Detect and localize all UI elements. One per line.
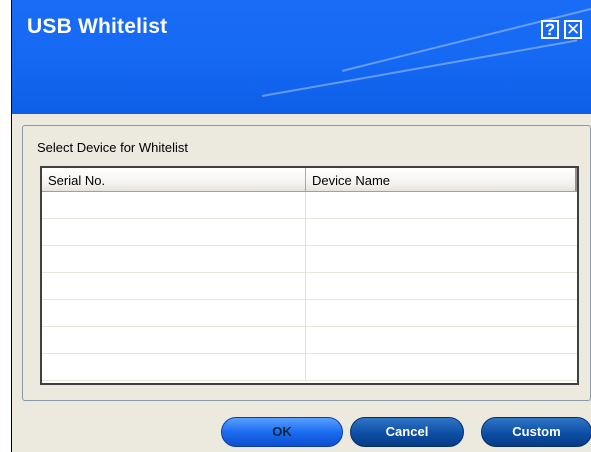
table-row[interactable] xyxy=(42,273,577,300)
close-icon: ✕ xyxy=(566,20,581,39)
device-list[interactable]: Serial No. Device Name xyxy=(40,166,579,385)
serial-no-cell xyxy=(42,300,306,326)
custom-button[interactable]: Custom xyxy=(481,417,591,447)
table-row[interactable] xyxy=(42,246,577,273)
serial-no-cell xyxy=(42,246,306,272)
question-mark-icon: ? xyxy=(544,20,556,39)
serial-no-cell xyxy=(42,273,306,299)
serial-no-cell xyxy=(42,219,306,245)
ok-button-label: OK xyxy=(272,424,292,439)
column-header-serial-no[interactable]: Serial No. xyxy=(42,168,306,191)
device-name-cell xyxy=(306,192,577,218)
serial-no-cell xyxy=(42,354,306,380)
serial-no-cell xyxy=(42,327,306,353)
device-name-cell xyxy=(306,327,577,353)
table-row[interactable] xyxy=(42,192,577,219)
close-button[interactable]: ✕ xyxy=(564,20,582,39)
table-row[interactable] xyxy=(42,354,577,381)
device-name-cell xyxy=(306,273,577,299)
list-header: Serial No. Device Name xyxy=(42,168,577,192)
dialog-title: USB Whitelist xyxy=(27,15,168,38)
usb-whitelist-dialog: USB Whitelist ? ✕ Select Device for Whit… xyxy=(11,0,591,452)
help-button[interactable]: ? xyxy=(541,20,559,39)
table-row[interactable] xyxy=(42,300,577,327)
device-selection-group: Select Device for Whitelist Serial No. D… xyxy=(22,125,591,401)
serial-no-cell xyxy=(42,192,306,218)
ok-button[interactable]: OK xyxy=(221,417,343,447)
column-header-device-name[interactable]: Device Name xyxy=(306,168,577,191)
table-row[interactable] xyxy=(42,219,577,246)
table-row[interactable] xyxy=(42,327,577,354)
device-name-cell xyxy=(306,246,577,272)
device-name-cell xyxy=(306,219,577,245)
cancel-button[interactable]: Cancel xyxy=(350,417,464,447)
device-name-cell xyxy=(306,300,577,326)
device-name-cell xyxy=(306,354,577,380)
title-bar-decoration xyxy=(261,39,578,97)
group-label: Select Device for Whitelist xyxy=(37,140,188,155)
title-bar: USB Whitelist ? ✕ xyxy=(12,0,591,114)
